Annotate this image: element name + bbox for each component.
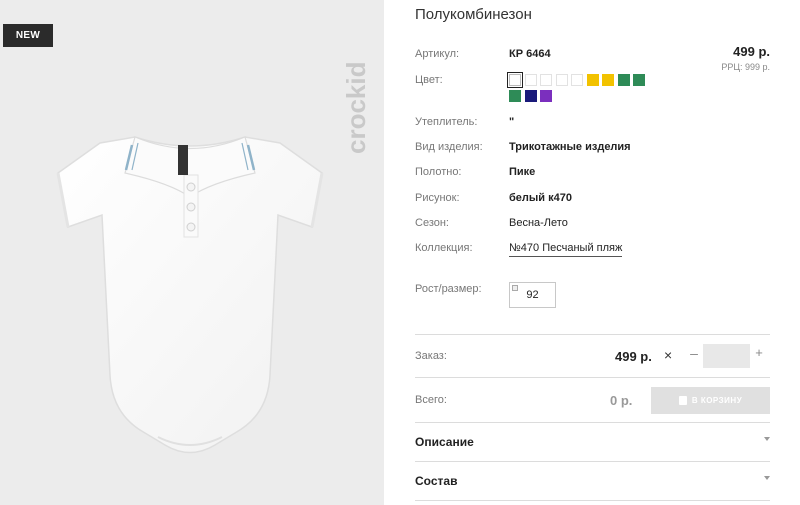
season-value: Весна-Лето [509, 217, 568, 229]
description-accordion[interactable]: Описание [415, 424, 770, 460]
shopping-bag-icon [678, 396, 687, 405]
total-value: 0 р. [610, 393, 633, 408]
chevron-down-icon [764, 437, 770, 441]
size-checkbox-icon [512, 285, 518, 291]
color-swatch[interactable] [524, 90, 537, 102]
fabric-value: Пике [509, 166, 536, 178]
color-swatch[interactable] [555, 74, 568, 86]
quantity-input[interactable] [703, 344, 750, 368]
product-details: Полукомбинезон Артикул: КР 6464 499 р. Р… [415, 0, 770, 505]
size-option[interactable]: 92 [509, 282, 556, 308]
size-label: Рост/размер: [415, 283, 482, 295]
color-swatch[interactable] [617, 74, 630, 86]
product-price: 499 р. [733, 44, 770, 59]
pattern-value: белый к470 [509, 192, 572, 204]
collection-link[interactable]: №470 Песчаный пляж [509, 242, 623, 257]
brand-logo-text: crockid [341, 62, 371, 155]
article-value: КР 6464 [509, 48, 551, 60]
composition-title: Состав [415, 474, 458, 488]
composition-accordion[interactable]: Состав [415, 463, 770, 499]
color-swatch[interactable] [524, 74, 537, 86]
insulation-label: Утеплитель: [415, 116, 478, 128]
pattern-label: Рисунок: [415, 192, 460, 204]
order-label: Заказ: [415, 350, 447, 362]
color-swatch[interactable] [509, 90, 521, 102]
description-title: Описание [415, 435, 474, 449]
color-swatch[interactable] [571, 74, 583, 86]
color-swatch[interactable] [540, 74, 552, 86]
total-label: Всего: [415, 394, 447, 406]
type-value: Трикотажные изделия [509, 141, 631, 153]
decrease-quantity-button[interactable]: – [687, 345, 701, 365]
divider [415, 461, 770, 462]
size-value: 92 [526, 289, 539, 301]
color-label: Цвет: [415, 74, 443, 86]
product-title: Полукомбинезон [415, 6, 532, 23]
divider [415, 334, 770, 335]
bodysuit-image [56, 136, 324, 454]
fabric-label: Полотно: [415, 166, 462, 178]
color-swatch[interactable] [586, 74, 599, 86]
divider [415, 500, 770, 501]
add-to-cart-label: В КОРЗИНУ [691, 396, 743, 405]
collection-label: Коллекция: [415, 242, 473, 254]
chevron-down-icon [764, 476, 770, 480]
insulation-value: " [509, 116, 515, 128]
color-swatch[interactable] [602, 74, 614, 86]
article-label: Артикул: [415, 48, 460, 60]
color-swatch[interactable] [633, 74, 645, 86]
divider [415, 422, 770, 423]
type-label: Вид изделия: [415, 141, 483, 153]
color-swatch[interactable] [540, 90, 552, 102]
add-to-cart-button[interactable]: В КОРЗИНУ [651, 387, 770, 414]
order-unit-price: 499 р. [615, 349, 652, 364]
divider [415, 377, 770, 378]
product-photo[interactable]: NEW crockid [0, 0, 384, 505]
season-label: Сезон: [415, 217, 449, 229]
color-swatch[interactable] [507, 72, 523, 88]
times-icon: × [664, 347, 673, 363]
increase-quantity-button[interactable]: + [752, 345, 766, 365]
recommended-price: РРЦ: 999 р. [721, 62, 770, 72]
new-badge: NEW [3, 24, 53, 47]
